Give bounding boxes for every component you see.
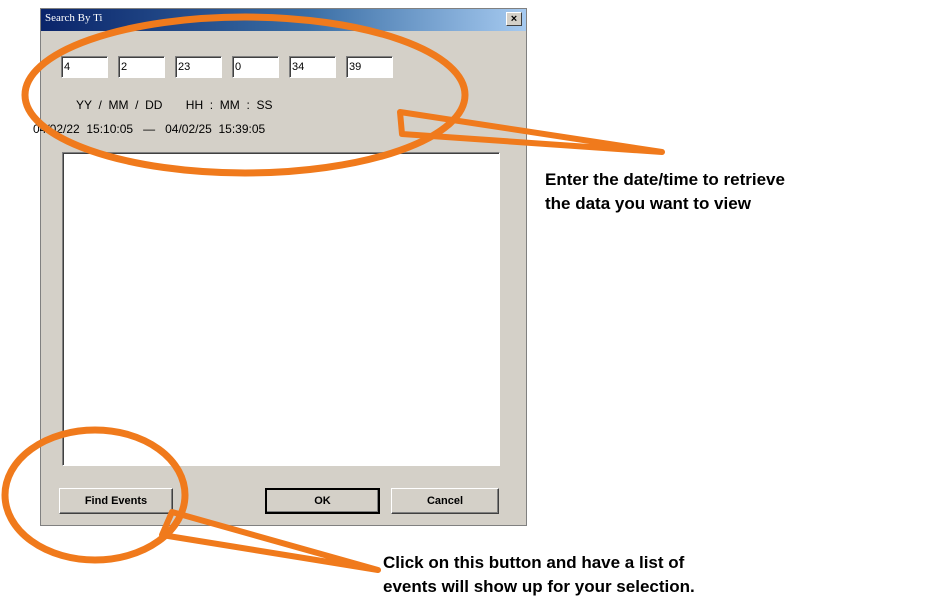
annotation-overlay [1, 13, 665, 573]
bottom-annotation-line2: events will show up for your selection. [383, 577, 695, 596]
bottom-highlight-ellipse [1, 426, 189, 564]
top-highlight-ellipse [21, 13, 469, 177]
bottom-callout-pointer [159, 509, 381, 573]
top-annotation-line1: Enter the date/time to retrieve [545, 170, 785, 189]
bottom-annotation-line1: Click on this button and have a list of [383, 553, 685, 572]
top-annotation: Enter the date/time to retrieve the data… [545, 168, 785, 216]
bottom-annotation: Click on this button and have a list of … [383, 551, 695, 599]
top-annotation-line2: the data you want to view [545, 194, 751, 213]
